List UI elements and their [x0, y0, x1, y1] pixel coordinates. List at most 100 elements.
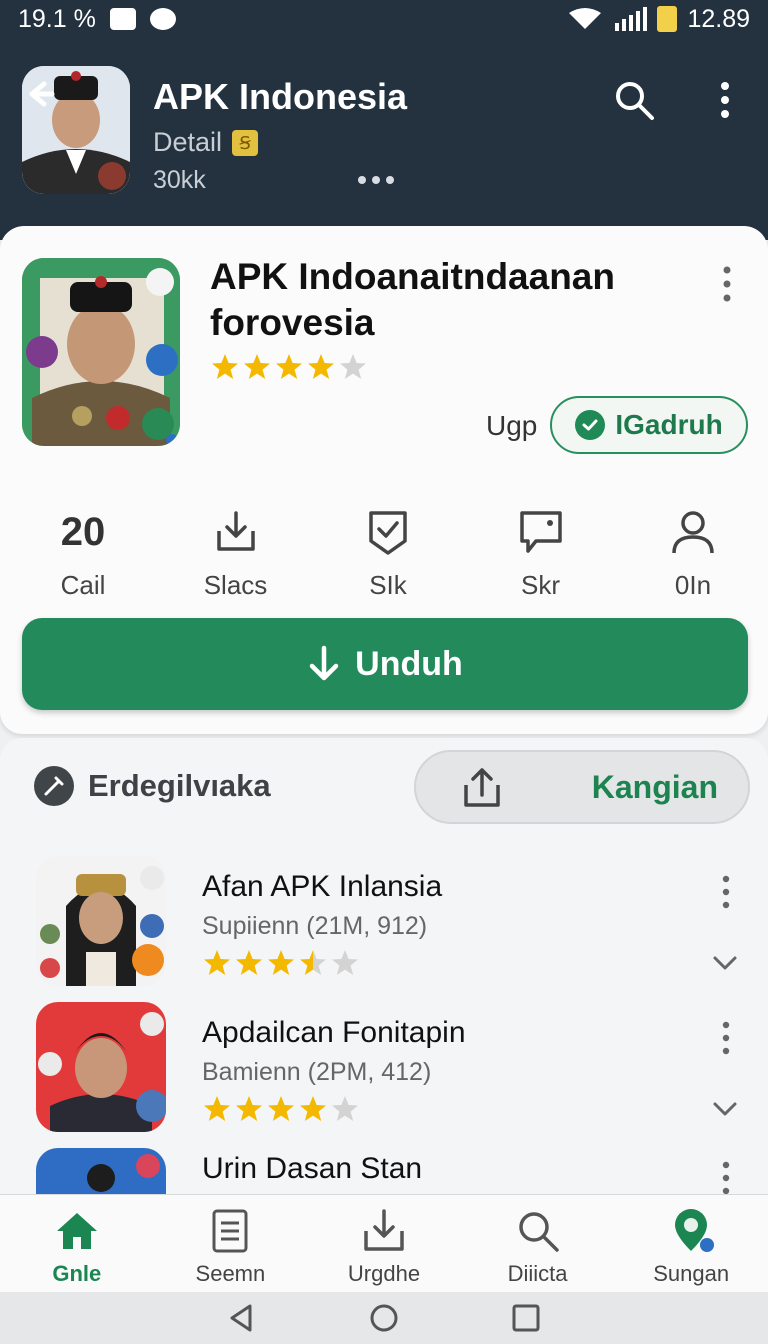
stat-oin[interactable]: 0In [628, 506, 758, 601]
star-icon [332, 1096, 358, 1121]
list-item-subtitle: Supiienn (21M, 912) [202, 912, 428, 940]
nav-item-seemn[interactable]: Seemn [154, 1195, 308, 1292]
star-icon [244, 354, 270, 379]
chat-bubble-icon [519, 511, 562, 553]
list-item-title: Apdailcan Fonitapin [202, 1016, 466, 1049]
home-circle-icon[interactable] [368, 1302, 400, 1334]
star-icon [236, 950, 262, 975]
star-icon [212, 354, 238, 379]
stat-label: SIk [369, 570, 407, 600]
page-indicator-dots [358, 176, 394, 184]
nav-item-label: Diiicta [507, 1261, 568, 1286]
app-title: APK Indoanaitndaanan forovesia [210, 256, 615, 343]
card-more-vert-icon[interactable] [712, 264, 742, 304]
list-item-thumbnail [36, 856, 166, 986]
stat-label: Slacs [203, 570, 268, 600]
app-icon-image [22, 258, 180, 446]
stat-label: 0In [674, 570, 712, 600]
stat-value: 20 [60, 509, 106, 554]
star-icon [204, 1096, 230, 1121]
share-button[interactable]: Kangian [414, 750, 750, 824]
related-section: Erdegilvıaka Kangian Afan APK Inlansia S… [0, 738, 768, 1198]
installed-pill-button[interactable]: IGadruh [550, 396, 748, 454]
share-button-label: Kangian [591, 768, 718, 805]
system-navigation-bar [0, 1292, 768, 1344]
nav-item-label: Urgdhe [347, 1261, 421, 1286]
star-icon [340, 354, 366, 379]
star-icon [300, 1096, 326, 1121]
list-item-title: Urin Dasan Stan [202, 1152, 423, 1185]
check-icon [575, 410, 606, 440]
stat-sik[interactable]: SIk [323, 506, 453, 601]
section-title: Erdegilvıaka [88, 768, 271, 803]
star-icon [268, 1096, 294, 1121]
installed-pill-label: IGadruh [615, 409, 723, 440]
header-subtitle: Detail Ꞩ [153, 127, 259, 158]
nav-item-urgdhe[interactable]: Urgdhe [307, 1195, 461, 1292]
list-item-more-icon[interactable] [712, 1160, 740, 1194]
camera-icon [109, 8, 136, 30]
location-user-icon [675, 1209, 715, 1252]
upgrade-label: Ugp [486, 410, 538, 441]
battery-icon [657, 6, 678, 32]
download-button[interactable]: Unduh [22, 618, 748, 710]
download-tray-icon [364, 1209, 404, 1251]
download-button-label: Unduh [355, 644, 463, 683]
list-item-thumbnail [36, 1148, 166, 1194]
stat-label: Skr [521, 570, 560, 600]
person-icon [672, 511, 714, 554]
sync-icon [149, 8, 176, 30]
chevron-down-icon[interactable] [712, 954, 738, 972]
header-title: APK Indonesia [153, 76, 408, 117]
status-bar: 19.1 % 12.89 [0, 0, 768, 38]
status-left-text: 19.1 % [18, 4, 96, 33]
app-rating-stars [210, 352, 368, 382]
list-item-subtitle: Bamienn (2PM, 412) [202, 1058, 432, 1086]
shield-check-icon [369, 511, 407, 555]
list-item-more-icon[interactable] [712, 1020, 740, 1056]
list-item[interactable]: Afan APK Inlansia Supiienn (21M, 912) [0, 856, 768, 996]
home-icon [56, 1213, 97, 1249]
app-detail-card: APK Indoanaitndaanan forovesia Ugp IGadr… [0, 226, 768, 734]
star-icon [300, 950, 326, 975]
list-item[interactable]: Urin Dasan Stan [0, 1148, 768, 1194]
star-icon [276, 354, 302, 379]
back-avatar-button[interactable] [22, 66, 130, 194]
star-icon [308, 354, 334, 379]
wrench-icon [34, 766, 74, 806]
star-icon [204, 950, 230, 975]
nav-item-home[interactable]: Gnle [0, 1195, 154, 1292]
star-icon [332, 950, 358, 975]
download-arrow-icon [309, 645, 339, 681]
list-item-thumbnail [36, 1002, 166, 1132]
nav-item-label: Sungan [653, 1261, 730, 1286]
bottom-navigation: Gnle Seemn Urgdhe Diiicta Sungan [0, 1194, 768, 1292]
stat-cail[interactable]: 20 Cail [18, 506, 148, 601]
list-item-more-icon[interactable] [712, 874, 740, 910]
search-icon [518, 1212, 559, 1252]
list-item-rating [202, 948, 360, 978]
stat-label: Cail [60, 570, 106, 600]
search-icon[interactable] [612, 78, 656, 122]
chevron-down-icon[interactable] [712, 1100, 738, 1118]
document-icon [212, 1209, 248, 1253]
more-vert-icon[interactable] [708, 80, 742, 120]
back-triangle-icon[interactable] [226, 1302, 258, 1334]
list-item[interactable]: Apdailcan Fonitapin Bamienn (2PM, 412) [0, 1002, 768, 1142]
nav-item-sungan[interactable]: Sungan [614, 1195, 768, 1292]
nav-item-diiicta[interactable]: Diiicta [461, 1195, 615, 1292]
header-count: 30kk [153, 166, 206, 194]
app-header: 19.1 % 12.89 APK Indonesia Detail Ꞩ 30kk [0, 0, 768, 240]
stat-slacs[interactable]: Slacs [171, 506, 301, 601]
stat-skr[interactable]: Skr [476, 506, 606, 601]
recents-square-icon[interactable] [510, 1302, 542, 1334]
download-tray-icon [216, 511, 255, 551]
list-item-title: Afan APK Inlansia [202, 870, 443, 903]
nav-item-label: Seemn [195, 1261, 266, 1286]
status-time: 12.89 [687, 4, 750, 33]
nav-item-label: Gnle [52, 1261, 102, 1286]
star-icon [236, 1096, 262, 1121]
verified-badge-icon: Ꞩ [232, 129, 259, 156]
signal-icon [615, 7, 648, 31]
wifi-icon [569, 8, 602, 29]
